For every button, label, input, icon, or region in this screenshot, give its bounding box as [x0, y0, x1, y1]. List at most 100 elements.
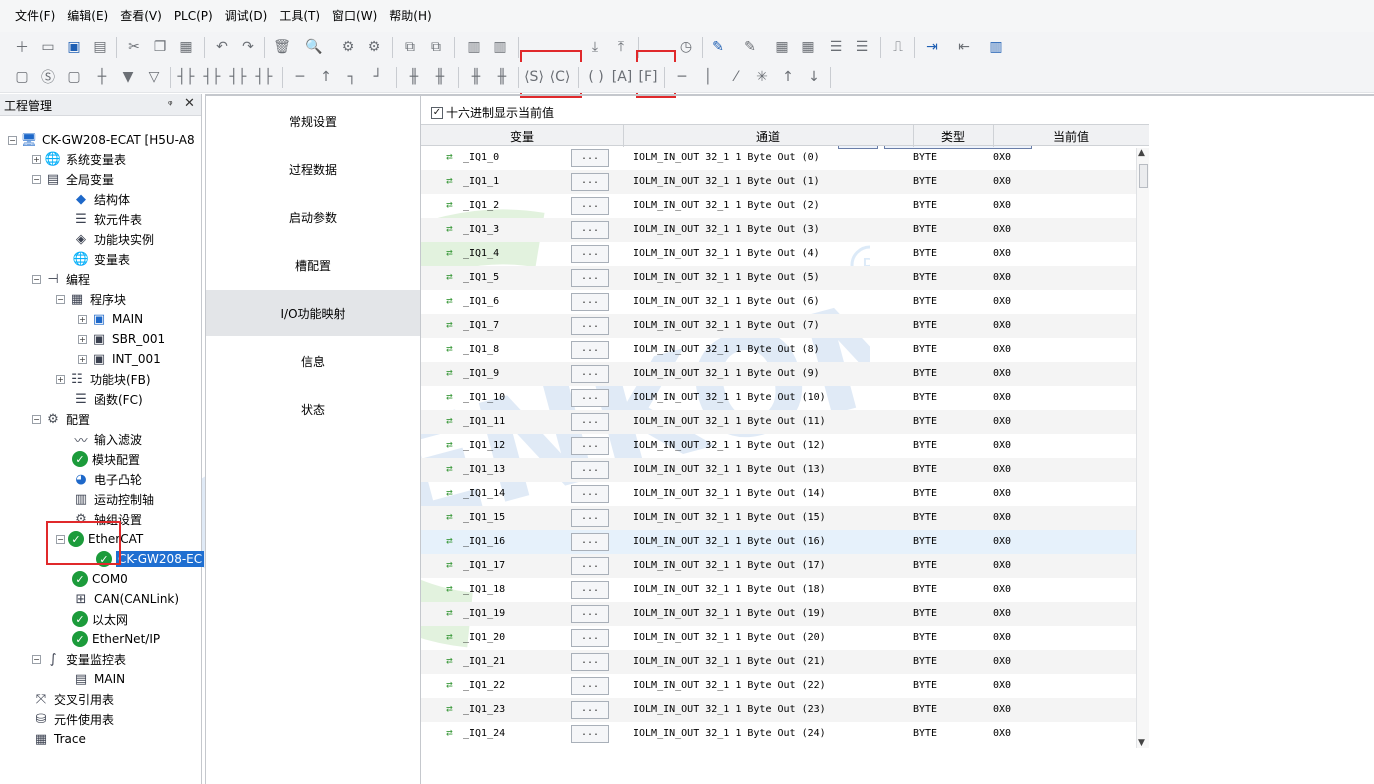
browse-button[interactable]: ... — [571, 245, 609, 263]
expand-icon[interactable]: + — [32, 154, 41, 164]
f-box-icon[interactable]: [F] — [638, 67, 658, 87]
table-row[interactable]: ⇄ _IQ1_5... IOLM_IN_OUT 32_1 1 Byte Out (5… — [421, 266, 1136, 290]
tree-item[interactable]: ◈ 功能块实例 — [72, 229, 154, 249]
settings-nav-item[interactable]: 启动参数 — [206, 194, 420, 240]
save-all-icon[interactable]: ▤ — [90, 37, 110, 57]
header-variable[interactable]: 变量 — [421, 128, 623, 145]
cell-variable[interactable]: _IQ1_17 — [463, 560, 505, 571]
corner-icon[interactable]: ┐ — [342, 67, 362, 87]
table-row[interactable]: ⇄ _IQ1_4... IOLM_IN_OUT 32_1 1 Byte Out (4… — [421, 242, 1136, 266]
n-contact-icon[interactable]: ╫ — [492, 67, 512, 87]
tree-item[interactable]: + ☷ 功能块(FB) — [56, 369, 151, 389]
upload-icon[interactable]: ⤒ — [611, 37, 631, 57]
table-row[interactable]: ⇄ _IQ1_15... IOLM_IN_OUT 32_1 1 Byte Out (… — [421, 506, 1136, 530]
close-icon[interactable]: ✕ — [184, 96, 195, 111]
browse-button[interactable]: ... — [571, 389, 609, 407]
upload-doc-icon[interactable]: ▥ — [490, 37, 510, 57]
cell-variable[interactable]: _IQ1_0 — [463, 152, 499, 163]
paste-icon[interactable]: ▦ — [176, 37, 196, 57]
expand-icon[interactable]: + — [78, 314, 87, 324]
download-doc-icon[interactable]: ▥ — [464, 37, 484, 57]
new-file-icon[interactable]: ＋ — [12, 37, 32, 57]
browse-button[interactable]: ... — [571, 365, 609, 383]
tree-item[interactable]: ✓ COM0 — [72, 569, 128, 589]
cell-variable[interactable]: _IQ1_9 — [463, 368, 499, 379]
save-icon[interactable]: ▣ — [64, 37, 84, 57]
table-row[interactable]: ⇄ _IQ1_8... IOLM_IN_OUT 32_1 1 Byte Out (8… — [421, 338, 1136, 362]
open-folder-icon[interactable]: ▭ — [38, 37, 58, 57]
hex-display-option[interactable]: ✓ 十六进制显示当前值 — [431, 104, 554, 121]
table-row[interactable]: ⇄ _IQ1_18... IOLM_IN_OUT 32_1 1 Byte Out (… — [421, 578, 1136, 602]
browse-button[interactable]: ... — [571, 605, 609, 623]
window-icon[interactable]: ⧉ — [400, 37, 420, 57]
download-icon[interactable]: ⤓ — [585, 37, 605, 57]
coil-icon[interactable]: ⟨C⟩ — [550, 67, 571, 87]
collapse-icon[interactable]: − — [32, 414, 41, 424]
collapse-icon[interactable]: − — [32, 654, 41, 664]
tree-item[interactable]: ✓ 模块配置 — [72, 449, 140, 469]
tree-item[interactable]: − 🖥 CK-GW208-ECAT [H5U-A8 — [8, 130, 195, 150]
browse-button[interactable]: ... — [571, 197, 609, 215]
search-icon[interactable]: 🔍 — [304, 37, 324, 57]
table-row[interactable]: ⇄ _IQ1_11... IOLM_IN_OUT 32_1 1 Byte Out (… — [421, 410, 1136, 434]
cell-variable[interactable]: _IQ1_14 — [463, 488, 505, 499]
scroll-up-icon[interactable]: ▲ — [1138, 148, 1145, 158]
browse-button[interactable]: ... — [571, 581, 609, 599]
cell-variable[interactable]: _IQ1_3 — [463, 224, 499, 235]
table-row[interactable]: ⇄ _IQ1_21... IOLM_IN_OUT 32_1 1 Byte Out (… — [421, 650, 1136, 674]
s-icon[interactable]: Ⓢ — [38, 67, 58, 87]
collapse-icon[interactable]: − — [8, 135, 17, 145]
tree-item[interactable]: ◆ 结构体 — [72, 189, 130, 209]
down-arrow-icon[interactable]: ▼ — [118, 67, 138, 87]
pin-icon[interactable]: ᵠ — [168, 98, 173, 111]
branch-icon[interactable]: ┼ — [92, 67, 112, 87]
edit-icon[interactable]: ✎ — [740, 37, 760, 57]
cell-variable[interactable]: _IQ1_6 — [463, 296, 499, 307]
scroll-down-icon[interactable]: ▼ — [1138, 738, 1145, 748]
align-icon[interactable]: ☰ — [826, 37, 846, 57]
menu-debug[interactable]: 调试(D) — [219, 0, 274, 33]
browse-button[interactable]: ... — [571, 293, 609, 311]
cell-variable[interactable]: _IQ1_2 — [463, 200, 499, 211]
collapse-icon[interactable]: − — [32, 274, 41, 284]
compile-all-icon[interactable]: ⚙ — [364, 37, 384, 57]
cell-variable[interactable]: _IQ1_11 — [463, 416, 505, 427]
tree-item[interactable]: ▥ 运动控制轴 — [72, 489, 154, 509]
table-row[interactable]: ⇄ _IQ1_17... IOLM_IN_OUT 32_1 1 Byte Out (… — [421, 554, 1136, 578]
settings-nav-item[interactable]: 常规设置 — [206, 98, 420, 144]
compile-icon[interactable]: ⚙ — [338, 37, 358, 57]
cell-variable[interactable]: _IQ1_15 — [463, 512, 505, 523]
cut-icon[interactable]: ✂ — [124, 37, 144, 57]
cell-variable[interactable]: _IQ1_21 — [463, 656, 505, 667]
del-line-icon[interactable]: ⁄ — [726, 67, 746, 87]
browse-button[interactable]: ... — [571, 341, 609, 359]
down-outline-icon[interactable]: ▽ — [144, 67, 164, 87]
tree-item[interactable]: 〰输入滤波 — [72, 429, 142, 449]
square-icon[interactable]: ▢ — [64, 67, 84, 87]
browse-button[interactable]: ... — [571, 413, 609, 431]
browse-button[interactable]: ... — [571, 461, 609, 479]
table-row[interactable]: ⇄ _IQ1_22... IOLM_IN_OUT 32_1 1 Byte Out (… — [421, 674, 1136, 698]
cell-variable[interactable]: _IQ1_20 — [463, 632, 505, 643]
menu-help[interactable]: 帮助(H) — [383, 0, 437, 33]
tree-item[interactable]: ◕ 电子凸轮 — [72, 469, 142, 489]
collapse-icon[interactable]: − — [32, 174, 41, 184]
browse-button[interactable]: ... — [571, 269, 609, 287]
expand-icon[interactable]: + — [56, 374, 65, 384]
tree-item[interactable]: ⤧ 交叉引用表 — [32, 689, 114, 709]
tree-item[interactable]: + 🌐 系统变量表 — [32, 149, 126, 169]
contact-icon[interactable]: ┤├ — [176, 67, 196, 87]
settings-nav-item[interactable]: 过程数据 — [206, 146, 420, 192]
redo-icon[interactable]: ↷ — [238, 37, 258, 57]
corner2-icon[interactable]: ┘ — [368, 67, 388, 87]
table-row[interactable]: ⇄ _IQ1_6... IOLM_IN_OUT 32_1 1 Byte Out (6… — [421, 290, 1136, 314]
table-row[interactable]: ⇄ _IQ1_12... IOLM_IN_OUT 32_1 1 Byte Out (… — [421, 434, 1136, 458]
browse-button[interactable]: ... — [571, 317, 609, 335]
table-row[interactable]: ⇄ _IQ1_10... IOLM_IN_OUT 32_1 1 Byte Out (… — [421, 386, 1136, 410]
cell-variable[interactable]: _IQ1_16 — [463, 536, 505, 547]
ladder-icon[interactable]: ▢ — [12, 67, 32, 87]
cell-variable[interactable]: _IQ1_13 — [463, 464, 505, 475]
cell-variable[interactable]: _IQ1_5 — [463, 272, 499, 283]
cell-variable[interactable]: _IQ1_12 — [463, 440, 505, 451]
table-row[interactable]: ⇄ _IQ1_0... IOLM_IN_OUT 32_1 1 Byte Out (0… — [421, 146, 1136, 170]
